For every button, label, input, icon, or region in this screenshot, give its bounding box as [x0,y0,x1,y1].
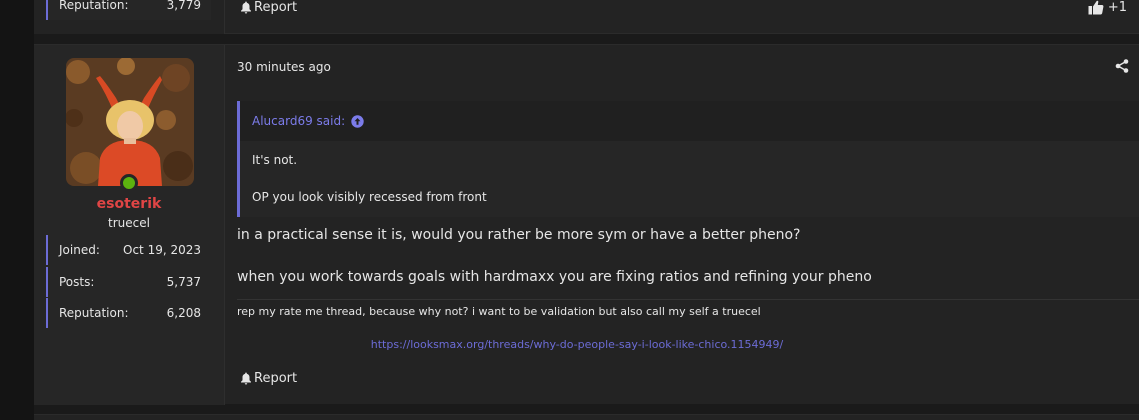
previous-reputation-label: Reputation: [59,0,129,12]
bell-icon [241,372,251,385]
divider [224,0,225,34]
post-timestamp[interactable]: 30 minutes ago [237,60,331,74]
stat-label: Reputation: [59,306,129,320]
next-post [34,414,1139,420]
quote-header: Alucard69 said: [240,101,1139,141]
previous-post-user-column: Reputation: 3,779 [34,0,224,34]
stat-row-joined: Joined: Oct 19, 2023 [46,235,211,265]
stat-value: 5,737 [166,275,201,289]
post: esoterik truecel Joined: Oct 19, 2023 Po… [34,44,1139,405]
online-status-dot [120,174,138,192]
like-reaction[interactable]: +1 [1088,0,1127,15]
post-user-column: esoterik truecel Joined: Oct 19, 2023 Po… [34,45,224,405]
divider [224,45,225,405]
post-content: 30 minutes ago Alucard69 said: It's not.… [237,45,1139,405]
previous-reputation-row: Reputation: 3,779 [46,0,211,20]
signature-text: rep my rate me thread, because why not? … [237,305,761,318]
report-label: Report [254,371,298,386]
quote-text-line: OP you look visibly recessed from front [252,190,487,204]
stat-value: 6,208 [166,306,201,320]
post-body-line: in a practical sense it is, would you ra… [237,227,801,243]
stat-label: Posts: [59,275,95,289]
previous-reputation-value: 3,779 [166,0,201,12]
username-link[interactable]: esoterik [34,196,224,212]
avatar-image [66,58,194,186]
like-count: +1 [1107,0,1127,15]
stat-label: Joined: [59,243,100,257]
signature-link[interactable]: https://looksmax.org/threads/why-do-peop… [237,338,917,351]
quote-block: Alucard69 said: It's not. OP you look vi… [237,101,1139,217]
thumbs-up-icon [1088,0,1104,15]
quote-author-name: Alucard69 said: [252,114,346,128]
stat-row-reputation: Reputation: 6,208 [46,298,211,328]
report-label: Report [254,0,298,15]
report-link[interactable]: Report [240,371,297,386]
bell-icon [241,1,251,14]
avatar[interactable] [66,58,194,186]
quote-text-line: It's not. [252,153,298,167]
user-title: truecel [108,216,150,230]
previous-report-link[interactable]: Report [240,0,297,15]
share-icon[interactable] [1115,59,1129,73]
signature-divider [237,299,1139,300]
left-gutter [0,0,34,420]
arrow-up-circle-icon [351,114,364,128]
stat-row-posts: Posts: 5,737 [46,267,211,297]
previous-post: Reputation: 3,779 Report +1 [34,0,1139,34]
stat-value: Oct 19, 2023 [123,243,201,257]
quote-author-link[interactable]: Alucard69 said: [252,114,364,128]
post-body-line: when you work towards goals with hardmax… [237,269,872,285]
